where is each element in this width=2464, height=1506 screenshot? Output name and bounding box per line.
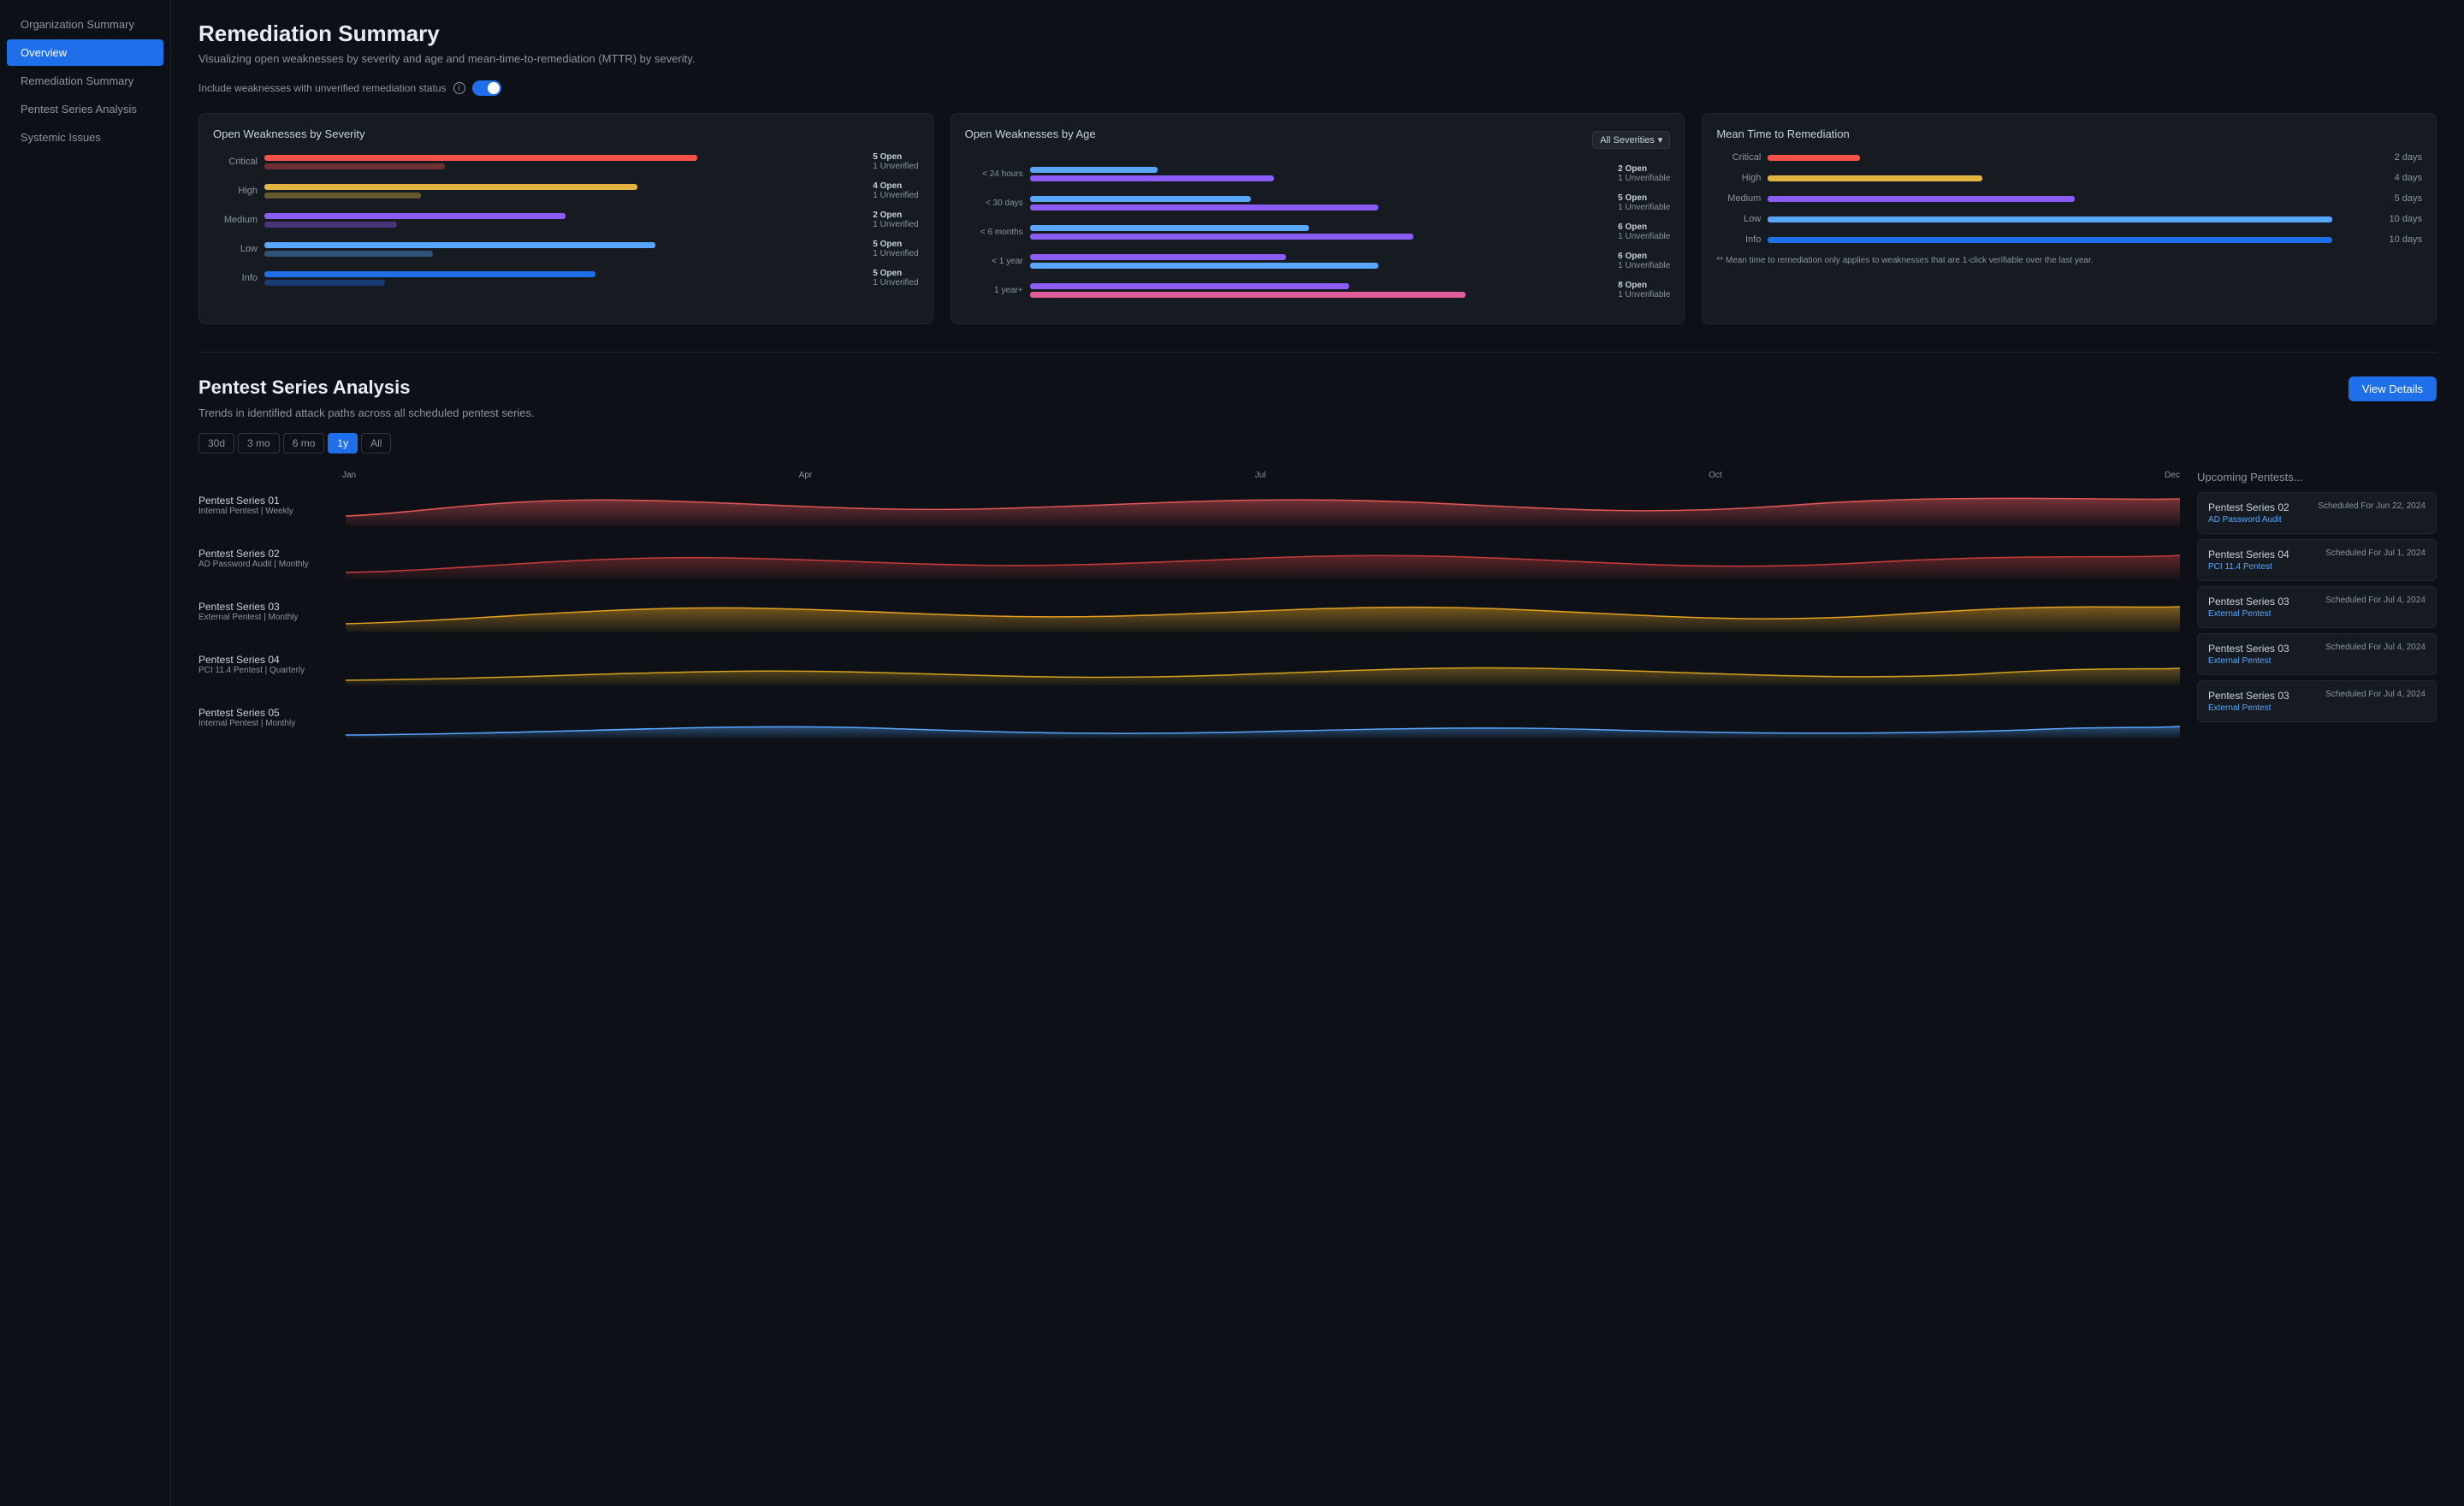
time-filter-group: 30d 3 mo 6 mo 1y All [198, 433, 2437, 454]
bar-medium-unverified [264, 222, 397, 228]
mttr-info: Info 10 days [1716, 234, 2422, 245]
upcoming-card-2: Pentest Series 03 Scheduled For Jul 4, 2… [2197, 586, 2437, 628]
bar-low-open [264, 242, 655, 248]
open-weaknesses-card: Open Weaknesses by Severity Critical 5 O… [198, 113, 933, 324]
age-title: Open Weaknesses by Age [965, 127, 1096, 140]
pentest-subtitle: Trends in identified attack paths across… [198, 406, 2437, 419]
sidebar-item-pentest-analysis[interactable]: Pentest Series Analysis [7, 96, 163, 122]
bar-row-critical: Critical 5 Open1 Unverified [213, 152, 919, 171]
bar-high-open [264, 184, 637, 190]
pentest-content: Jan Apr Jul Oct Dec Pentest Series 01 In… [198, 471, 2437, 749]
time-btn-6mo[interactable]: 6 mo [283, 433, 325, 454]
time-btn-all[interactable]: All [361, 433, 391, 454]
time-btn-3mo[interactable]: 3 mo [238, 433, 280, 454]
mttr-low: Low 10 days [1716, 214, 2422, 224]
bar-row-medium: Medium 2 Open1 Unverified [213, 210, 919, 229]
series-charts: Jan Apr Jul Oct Dec Pentest Series 01 In… [198, 471, 2180, 749]
bar-critical-unverified [264, 163, 445, 169]
unverified-toggle[interactable] [472, 80, 501, 96]
sidebar-item-org-summary[interactable]: Organization Summary [7, 11, 163, 38]
age-row-1yplus: 1 year+ 8 Open1 Unverifiable [965, 281, 1671, 299]
age-row-24h: < 24 hours 2 Open1 Unverifiable [965, 164, 1671, 183]
info-icon[interactable]: i [453, 82, 465, 94]
bar-info-unverified [264, 280, 385, 286]
series-row-01: Pentest Series 01 Internal Pentest | Wee… [198, 483, 2180, 526]
bar-low-unverified [264, 251, 433, 257]
series-chart-03 [346, 590, 2180, 632]
age-row-30d: < 30 days 5 Open1 Unverifiable [965, 193, 1671, 212]
mttr-high: High 4 days [1716, 173, 2422, 183]
time-btn-1y[interactable]: 1y [328, 433, 358, 454]
series-chart-02 [346, 537, 2180, 579]
series-row-03: Pentest Series 03 External Pentest | Mon… [198, 590, 2180, 632]
severity-dropdown[interactable]: All Severities ▾ [1592, 131, 1670, 149]
bar-row-high: High 4 Open1 Unverified [213, 181, 919, 200]
upcoming-card-1: Pentest Series 04 Scheduled For Jul 1, 2… [2197, 539, 2437, 581]
chart-axis: Jan Apr Jul Oct Dec [198, 471, 2180, 483]
bar-info-open [264, 271, 595, 277]
mttr-note: ** Mean time to remediation only applies… [1716, 255, 2422, 267]
series-row-05: Pentest Series 05 Internal Pentest | Mon… [198, 696, 2180, 738]
age-row-1y: < 1 year 6 Open1 Unverifiable [965, 252, 1671, 270]
sidebar-item-overview[interactable]: Overview [7, 39, 163, 66]
upcoming-pentests: Upcoming Pentests... Pentest Series 02 S… [2197, 471, 2437, 749]
sidebar-item-systemic-issues[interactable]: Systemic Issues [7, 124, 163, 151]
upcoming-card-3: Pentest Series 03 Scheduled For Jul 4, 2… [2197, 633, 2437, 675]
upcoming-title: Upcoming Pentests... [2197, 471, 2437, 483]
series-row-04: Pentest Series 04 PCI 11.4 Pentest | Qua… [198, 643, 2180, 685]
bar-critical-open [264, 155, 697, 161]
series-chart-01 [346, 483, 2180, 526]
open-weaknesses-title: Open Weaknesses by Severity [213, 127, 919, 140]
mttr-medium: Medium 5 days [1716, 193, 2422, 204]
page-subtitle: Visualizing open weaknesses by severity … [198, 52, 2437, 65]
bar-row-info: Info 5 Open1 Unverified [213, 269, 919, 288]
time-btn-30d[interactable]: 30d [198, 433, 234, 454]
bar-high-unverified [264, 193, 421, 199]
bar-medium-open [264, 213, 566, 219]
pentest-header: Pentest Series Analysis View Details [198, 376, 2437, 401]
view-details-button[interactable]: View Details [2348, 376, 2437, 401]
pentest-title: Pentest Series Analysis [198, 376, 410, 399]
chevron-down-icon: ▾ [1658, 134, 1663, 145]
age-card: Open Weaknesses by Age All Severities ▾ … [951, 113, 1685, 324]
main-content: Remediation Summary Visualizing open wea… [171, 0, 2464, 1506]
toggle-row: Include weaknesses with unverified remed… [198, 80, 2437, 96]
sidebar: Organization Summary Overview Remediatio… [0, 0, 171, 1506]
bar-row-low: Low 5 Open1 Unverified [213, 240, 919, 258]
age-row-6mo: < 6 months 6 Open1 Unverifiable [965, 222, 1671, 241]
mttr-critical: Critical 2 days [1716, 152, 2422, 163]
series-chart-05 [346, 696, 2180, 738]
series-chart-04 [346, 643, 2180, 685]
series-row-02: Pentest Series 02 AD Password Audit | Mo… [198, 537, 2180, 579]
page-title: Remediation Summary [198, 21, 2437, 47]
charts-row: Open Weaknesses by Severity Critical 5 O… [198, 113, 2437, 324]
upcoming-card-4: Pentest Series 03 Scheduled For Jul 4, 2… [2197, 680, 2437, 722]
toggle-label: Include weaknesses with unverified remed… [198, 82, 447, 94]
section-divider [198, 352, 2437, 353]
mttr-card: Mean Time to Remediation Critical 2 days… [1702, 113, 2437, 324]
sidebar-item-remediation[interactable]: Remediation Summary [7, 68, 163, 94]
mttr-title: Mean Time to Remediation [1716, 127, 2422, 140]
upcoming-card-0: Pentest Series 02 Scheduled For Jun 22, … [2197, 492, 2437, 534]
